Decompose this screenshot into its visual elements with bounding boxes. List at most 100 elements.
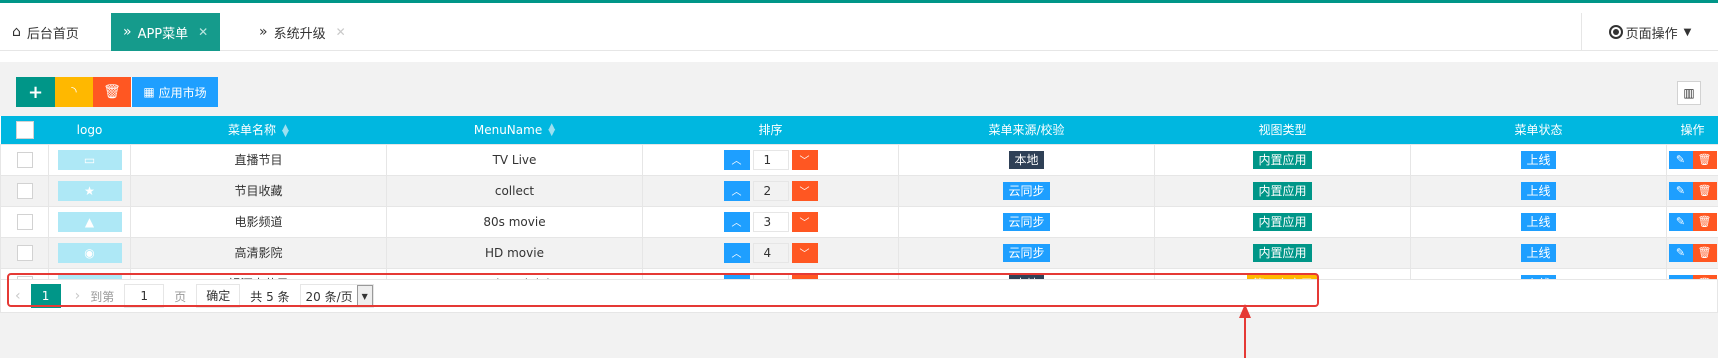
table-row[interactable]: ▭ 直播节目 TV Live ︿ 1 ﹀ 本地 内置应用 上线 ✎ 🗑 — [0, 143, 1718, 176]
table-row[interactable]: ▲ 电影频道 80s movie ︿ 3 ﹀ 云同步 内置应用 上线 ✎ 🗑 — [0, 205, 1718, 238]
sort-cell: ︿ 4 ﹀ — [642, 236, 899, 269]
order-input[interactable]: 4 — [752, 242, 789, 263]
move-up-button[interactable]: ︿ — [723, 180, 750, 201]
header-menu-name-label: 菜单名称 — [228, 123, 277, 138]
tab-label: 系统升级 — [273, 26, 326, 42]
row-checkbox[interactable] — [16, 213, 33, 230]
header-status: 菜单状态 — [1410, 116, 1667, 144]
logo-cell: ★ — [48, 174, 131, 207]
logo-cell: ▭ — [48, 143, 131, 176]
select-all-checkbox[interactable] — [15, 120, 34, 139]
annotation-arrow-icon — [1239, 304, 1251, 358]
status-badge[interactable]: 上线 — [1521, 150, 1556, 169]
app-market-button[interactable]: ▦ 应用市场 — [131, 77, 218, 107]
confirm-button[interactable]: 确定 — [196, 284, 241, 308]
edit-icon[interactable]: ✎ — [1668, 243, 1693, 262]
table-row[interactable]: ◉ 高清影院 HD movie ︿ 4 ﹀ 云同步 内置应用 上线 ✎ 🗑 — [0, 236, 1718, 269]
menu-name-cell: 直播节目 — [130, 143, 387, 176]
actions-cell: ✎🗑 — [1666, 174, 1718, 207]
menu-name-en-cell: TV Live — [386, 143, 643, 176]
refresh-icon: ◝ — [71, 84, 77, 100]
select-all-cell — [0, 116, 49, 144]
status-badge[interactable]: 上线 — [1521, 181, 1556, 200]
status-badge[interactable]: 上线 — [1521, 212, 1556, 231]
prev-page-icon[interactable]: ‹ — [15, 288, 21, 304]
trash-icon[interactable]: 🗑 — [1692, 181, 1717, 200]
double-chevron-icon: » — [259, 24, 268, 40]
status-cell: 上线 — [1410, 236, 1667, 269]
tab-app-menu[interactable]: » APP菜单 ✕ — [111, 13, 221, 51]
order-input[interactable]: 2 — [752, 180, 789, 201]
order-input[interactable]: 1 — [752, 149, 789, 170]
radio-dot-icon — [1608, 25, 1623, 39]
current-page[interactable]: 1 — [30, 284, 61, 308]
sort-icon[interactable]: ▲ ▼ — [548, 123, 555, 138]
source-badge: 云同步 — [1003, 212, 1050, 231]
table-row[interactable]: ★ 节目收藏 collect ︿ 2 ﹀ 云同步 内置应用 上线 ✎ 🗑 — [0, 174, 1718, 207]
status-cell: 上线 — [1410, 143, 1667, 176]
menu-table: logo 菜单名称 ▲ ▼ MenuName ▲ ▼ 排序 菜单来源/校验 视图类型 菜… — [0, 116, 1718, 300]
header-menu-name-en-label: MenuName — [473, 122, 543, 137]
close-icon[interactable]: ✕ — [198, 25, 208, 39]
menu-name-cell: 电影频道 — [130, 205, 387, 238]
app-logo-icon: ◉ — [57, 242, 122, 263]
header-source: 菜单来源/校验 — [898, 116, 1155, 144]
move-up-button[interactable]: ︿ — [723, 149, 750, 170]
move-up-button[interactable]: ︿ — [723, 242, 750, 263]
menu-name-cell: 高清影院 — [130, 236, 387, 269]
tab-system-upgrade[interactable]: » 系统升级 ✕ — [247, 13, 358, 51]
page-unit-label: 页 — [174, 289, 187, 304]
move-down-button[interactable]: ﹀ — [791, 149, 818, 170]
header-actions: 操作 — [1666, 116, 1718, 144]
columns-toggle-button[interactable]: ▥ — [1677, 81, 1701, 105]
view-type-badge: 内置应用 — [1253, 181, 1312, 200]
edit-icon[interactable]: ✎ — [1668, 212, 1693, 231]
order-input[interactable]: 3 — [752, 211, 789, 232]
goto-label: 到第 — [90, 289, 115, 304]
apps-icon: ▦ — [143, 85, 155, 99]
tab-bar: ⌂ 后台首页 » APP菜单 ✕ » 系统升级 ✕ 页面操作 ▼ — [0, 3, 1718, 51]
app-logo-icon: ▭ — [57, 149, 122, 170]
status-badge[interactable]: 上线 — [1521, 243, 1556, 262]
status-cell: 上线 — [1410, 205, 1667, 238]
header-sort: 排序 — [642, 116, 899, 144]
trash-icon[interactable]: 🗑 — [1692, 243, 1717, 262]
sort-cell: ︿ 1 ﹀ — [642, 143, 899, 176]
content-area: + ◝ 🗑 ▦ 应用市场 ▥ logo 菜单名称 ▲ ▼ MenuName ▲ ▼ 排序… — [0, 62, 1718, 358]
trash-icon: 🗑 — [103, 84, 121, 100]
delete-button[interactable]: 🗑 — [93, 77, 131, 107]
page-operation-dropdown[interactable]: 页面操作 ▼ — [1581, 13, 1718, 51]
status-cell: 上线 — [1410, 174, 1667, 207]
sort-cell: ︿ 3 ﹀ — [642, 205, 899, 238]
header-menu-name-en[interactable]: MenuName ▲ ▼ — [386, 116, 643, 144]
move-up-button[interactable]: ︿ — [723, 211, 750, 232]
add-button[interactable]: + — [16, 77, 55, 107]
next-page-icon[interactable]: › — [75, 288, 81, 304]
row-checkbox[interactable] — [16, 244, 33, 261]
goto-page-input[interactable]: 1 — [124, 284, 165, 308]
refresh-button[interactable]: ◝ — [55, 77, 93, 107]
move-down-button[interactable]: ﹀ — [791, 211, 818, 232]
header-menu-name[interactable]: 菜单名称 ▲ ▼ — [130, 116, 387, 144]
row-checkbox[interactable] — [16, 151, 33, 168]
chevron-down-icon: ▼ — [356, 285, 373, 307]
edit-icon[interactable]: ✎ — [1668, 181, 1693, 200]
edit-icon[interactable]: ✎ — [1668, 150, 1693, 169]
view-type-cell: 内置应用 — [1154, 174, 1411, 207]
tab-home[interactable]: ⌂ 后台首页 — [0, 13, 91, 51]
trash-icon[interactable]: 🗑 — [1692, 150, 1717, 169]
sort-icon[interactable]: ▲ ▼ — [282, 123, 289, 138]
view-type-badge: 内置应用 — [1253, 243, 1312, 262]
menu-name-cell: 节目收藏 — [130, 174, 387, 207]
per-page-select[interactable]: 20 条/页 ▼ — [299, 284, 374, 308]
double-chevron-icon: » — [123, 24, 132, 40]
row-checkbox[interactable] — [16, 182, 33, 199]
move-down-button[interactable]: ﹀ — [791, 242, 818, 263]
trash-icon[interactable]: 🗑 — [1692, 212, 1717, 231]
row-select-cell — [0, 236, 49, 269]
tab-label: APP菜单 — [137, 26, 189, 42]
move-down-button[interactable]: ﹀ — [791, 180, 818, 201]
sort-cell: ︿ 2 ﹀ — [642, 174, 899, 207]
close-icon[interactable]: ✕ — [336, 25, 346, 39]
source-cell: 云同步 — [898, 205, 1155, 238]
